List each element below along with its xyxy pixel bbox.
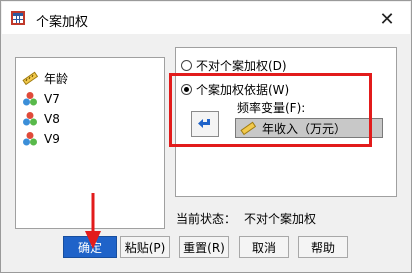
app-table-icon <box>11 11 25 25</box>
do-not-weight-label: 不对个案加权(D) <box>196 59 287 73</box>
variable-label: 年龄 <box>44 71 69 86</box>
nominal-balls-icon <box>23 92 37 106</box>
weight-by-option[interactable]: 个案加权依据(W) <box>181 81 289 98</box>
paste-label: 粘贴(P) <box>124 240 166 255</box>
list-item-age[interactable]: 年龄 <box>22 68 68 88</box>
weight-by-label: 个案加权依据(W) <box>196 83 290 97</box>
list-item-v9[interactable]: V9 <box>22 129 60 149</box>
frequency-variable-label: 频率变量(F): <box>237 101 306 115</box>
pointer-arrow-annotation <box>85 193 101 249</box>
reset-button[interactable]: 重置(R) <box>179 236 229 258</box>
radio-do-not-weight[interactable] <box>181 60 192 71</box>
cancel-label: 取消 <box>251 240 276 255</box>
close-icon: ✕ <box>379 8 395 30</box>
close-button[interactable]: ✕ <box>376 8 398 30</box>
ruler-icon <box>240 121 256 136</box>
variable-label: V8 <box>44 112 60 126</box>
current-status-value: 不对个案加权 <box>244 212 317 226</box>
dialog-title: 个案加权 <box>36 15 89 30</box>
variable-label: V9 <box>44 132 60 146</box>
frequency-variable-field[interactable]: 年收入（万元） <box>235 118 383 138</box>
radio-weight-by[interactable] <box>181 84 192 95</box>
nominal-balls-icon <box>23 112 37 126</box>
current-status-label: 当前状态： <box>176 212 237 226</box>
cancel-button[interactable]: 取消 <box>239 236 289 258</box>
ruler-icon <box>22 71 38 86</box>
variable-label: V7 <box>44 92 60 106</box>
list-item-v7[interactable]: V7 <box>22 89 60 109</box>
move-variable-button[interactable] <box>191 111 219 137</box>
weight-cases-dialog: 个案加权 ✕ 年龄 V7 V8 V9 不对个案加权(D) 个案加权依据(W) 频… <box>0 0 412 273</box>
help-label: 帮助 <box>310 240 335 255</box>
help-button[interactable]: 帮助 <box>298 236 348 258</box>
frequency-variable-value: 年收入（万元） <box>262 121 347 136</box>
title-bar: 个案加权 ✕ <box>2 2 410 34</box>
list-item-v8[interactable]: V8 <box>22 109 60 129</box>
paste-button[interactable]: 粘贴(P) <box>120 236 170 258</box>
arrow-left-icon <box>198 119 210 128</box>
do-not-weight-option[interactable]: 不对个案加权(D) <box>181 57 287 74</box>
nominal-balls-icon <box>23 132 37 146</box>
reset-label: 重置(R) <box>183 240 225 255</box>
